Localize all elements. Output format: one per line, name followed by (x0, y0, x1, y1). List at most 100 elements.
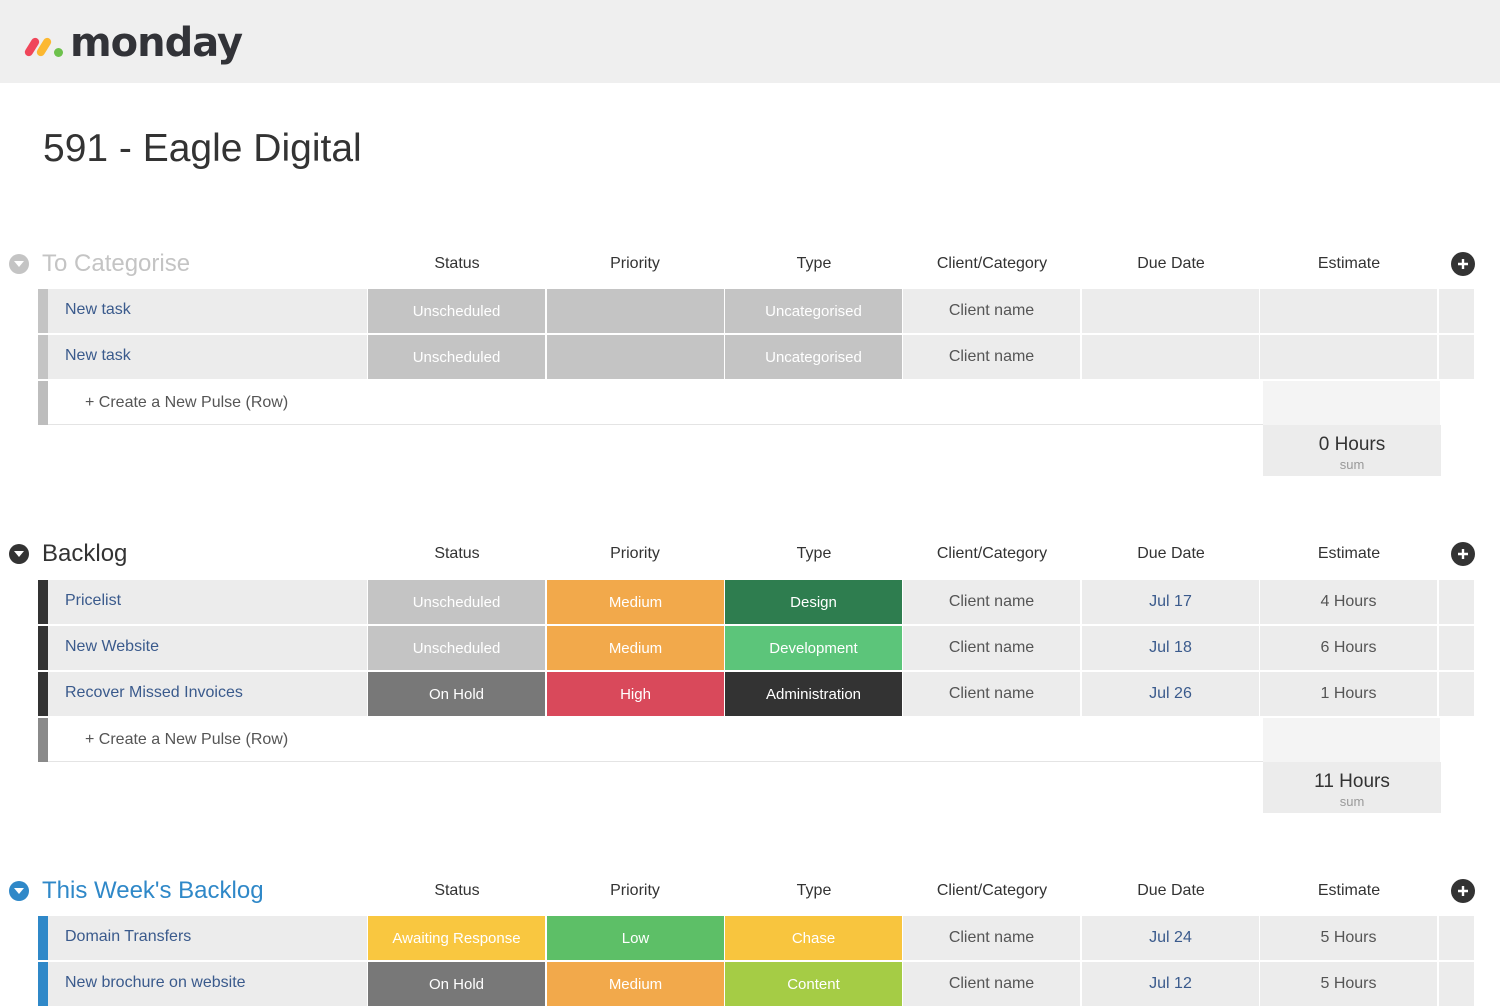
priority-cell[interactable]: Low (547, 916, 724, 960)
create-pulse-input[interactable]: + Create a New Pulse (Row) (48, 381, 1275, 425)
due-date-cell[interactable]: Jul 12 (1082, 962, 1259, 1006)
row-name-cell[interactable]: New brochure on website (48, 962, 367, 1006)
estimate-cell[interactable]: 1 Hours (1260, 672, 1437, 716)
table-row[interactable]: Pricelist Unscheduled Medium Design Clie… (38, 580, 1487, 624)
client-cell[interactable]: Client name (903, 289, 1080, 333)
type-cell[interactable]: Design (725, 580, 902, 624)
estimate-cell[interactable]: 5 Hours (1260, 916, 1437, 960)
table-row[interactable]: New task Unscheduled Uncategorised Clien… (38, 335, 1487, 379)
table-row[interactable]: New task Unscheduled Uncategorised Clien… (38, 289, 1487, 333)
column-header-status[interactable]: Status (368, 255, 546, 273)
row-name-cell[interactable]: Domain Transfers (48, 916, 367, 960)
group-title[interactable]: To Categorise (42, 250, 190, 278)
row-name-cell[interactable]: New task (48, 335, 367, 379)
status-cell[interactable]: Unscheduled (368, 626, 545, 670)
row-name[interactable]: New task (65, 301, 131, 319)
type-cell[interactable]: Uncategorised (725, 335, 902, 379)
column-header-priority[interactable]: Priority (546, 882, 724, 900)
due-date-cell[interactable]: Jul 17 (1082, 580, 1259, 624)
due-date-cell[interactable]: Jul 26 (1082, 672, 1259, 716)
priority-cell[interactable]: Medium (547, 962, 724, 1006)
type-cell[interactable]: Chase (725, 916, 902, 960)
sum-value: 11 Hours (1314, 771, 1390, 792)
row-name[interactable]: Pricelist (65, 592, 121, 610)
create-pulse-input[interactable]: + Create a New Pulse (Row) (48, 718, 1275, 762)
type-cell[interactable]: Uncategorised (725, 289, 902, 333)
column-header-due-date[interactable]: Due Date (1082, 882, 1260, 900)
client-cell[interactable]: Client name (903, 335, 1080, 379)
column-header-priority[interactable]: Priority (546, 255, 724, 273)
row-end-cell (1439, 289, 1474, 333)
estimate-cell[interactable] (1260, 335, 1437, 379)
column-header-priority[interactable]: Priority (546, 545, 724, 563)
add-column-button[interactable] (1451, 252, 1475, 276)
row-name[interactable]: Domain Transfers (65, 928, 191, 946)
row-name-cell[interactable]: New task (48, 289, 367, 333)
row-name[interactable]: New brochure on website (65, 974, 246, 992)
priority-cell[interactable] (547, 335, 724, 379)
status-cell[interactable]: Unscheduled (368, 580, 545, 624)
column-header-type[interactable]: Type (725, 545, 903, 563)
priority-cell[interactable]: Medium (547, 580, 724, 624)
estimate-cell[interactable]: 6 Hours (1260, 626, 1437, 670)
add-column-button[interactable] (1451, 542, 1475, 566)
collapse-group-icon[interactable] (9, 254, 29, 274)
status-cell[interactable]: Unscheduled (368, 289, 545, 333)
row-name-cell[interactable]: Pricelist (48, 580, 367, 624)
priority-cell[interactable]: High (547, 672, 724, 716)
table-row[interactable]: Recover Missed Invoices On Hold High Adm… (38, 672, 1487, 716)
collapse-group-icon[interactable] (9, 544, 29, 564)
priority-cell[interactable]: Medium (547, 626, 724, 670)
column-header-due-date[interactable]: Due Date (1082, 255, 1260, 273)
type-cell[interactable]: Administration (725, 672, 902, 716)
table-row[interactable]: New brochure on website On Hold Medium C… (38, 962, 1487, 1006)
group-title[interactable]: Backlog (42, 540, 127, 568)
column-header-estimate[interactable]: Estimate (1260, 882, 1438, 900)
estimate-cell[interactable]: 4 Hours (1260, 580, 1437, 624)
create-pulse-label[interactable]: + Create a New Pulse (Row) (85, 394, 288, 412)
table-row[interactable]: Domain Transfers Awaiting Response Low C… (38, 916, 1487, 960)
table-row[interactable]: New Website Unscheduled Medium Developme… (38, 626, 1487, 670)
client-cell[interactable]: Client name (903, 626, 1080, 670)
priority-cell[interactable] (547, 289, 724, 333)
column-header-estimate[interactable]: Estimate (1260, 545, 1438, 563)
row-color-bar (38, 718, 48, 762)
status-cell[interactable]: On Hold (368, 672, 545, 716)
column-header-status[interactable]: Status (368, 882, 546, 900)
column-header-type[interactable]: Type (725, 255, 903, 273)
due-date-cell[interactable] (1082, 335, 1259, 379)
type-cell[interactable]: Development (725, 626, 902, 670)
column-header-client-category[interactable]: Client/Category (903, 882, 1081, 900)
column-header-estimate[interactable]: Estimate (1260, 255, 1438, 273)
row-name[interactable]: Recover Missed Invoices (65, 684, 243, 702)
row-name[interactable]: New task (65, 347, 131, 365)
status-cell[interactable]: On Hold (368, 962, 545, 1006)
client-cell[interactable]: Client name (903, 916, 1080, 960)
estimate-cell[interactable] (1260, 289, 1437, 333)
due-date-cell[interactable] (1082, 289, 1259, 333)
monday-logo[interactable]: monday (23, 18, 243, 68)
client-cell[interactable]: Client name (903, 962, 1080, 1006)
type-cell[interactable]: Content (725, 962, 902, 1006)
client-cell[interactable]: Client name (903, 672, 1080, 716)
board-title: 591 - Eagle Digital (43, 127, 362, 170)
status-cell[interactable]: Unscheduled (368, 335, 545, 379)
add-column-button[interactable] (1451, 879, 1475, 903)
due-date-cell[interactable]: Jul 18 (1082, 626, 1259, 670)
column-header-status[interactable]: Status (368, 545, 546, 563)
column-header-type[interactable]: Type (725, 882, 903, 900)
row-name[interactable]: New Website (65, 638, 159, 656)
create-pulse-label[interactable]: + Create a New Pulse (Row) (85, 731, 288, 749)
column-header-client-category[interactable]: Client/Category (903, 255, 1081, 273)
column-header-due-date[interactable]: Due Date (1082, 545, 1260, 563)
group-title[interactable]: This Week's Backlog (42, 877, 264, 905)
row-name-cell[interactable]: Recover Missed Invoices (48, 672, 367, 716)
row-color-bar (38, 962, 48, 1006)
client-cell[interactable]: Client name (903, 580, 1080, 624)
row-name-cell[interactable]: New Website (48, 626, 367, 670)
estimate-cell[interactable]: 5 Hours (1260, 962, 1437, 1006)
column-header-client-category[interactable]: Client/Category (903, 545, 1081, 563)
status-cell[interactable]: Awaiting Response (368, 916, 545, 960)
collapse-group-icon[interactable] (9, 881, 29, 901)
due-date-cell[interactable]: Jul 24 (1082, 916, 1259, 960)
